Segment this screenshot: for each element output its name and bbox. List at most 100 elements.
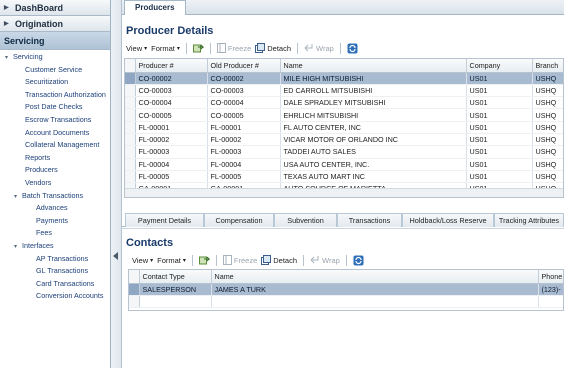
table-row[interactable]: FL-00005 FL-00005 TEXAS AUTO MART INC US01 U…: [125, 170, 563, 184]
table-row[interactable]: CO-00005 CO-00005 EHRLICH MITSUBISHI US01 US…: [125, 108, 563, 122]
producer-table: Producer # Old Producer # Name Company B…: [124, 58, 564, 198]
toolbar-separator: [303, 254, 305, 266]
export-icon: [192, 44, 204, 53]
export-button[interactable]: [192, 43, 204, 53]
format-menu[interactable]: Format ▾: [157, 256, 186, 265]
col-company[interactable]: Company: [466, 59, 533, 73]
tab-holdback-loss-reserve[interactable]: Holdback/Loss Reserve: [402, 213, 494, 227]
detach-icon: [261, 255, 272, 265]
producer-horizontal-scrollbar[interactable]: [125, 188, 563, 197]
accordion-origination[interactable]: ▶ Origination: [0, 16, 110, 32]
tree-node-interfaces[interactable]: ▾ Interfaces: [0, 240, 110, 253]
producer-header-row: Producer # Old Producer # Name Company B…: [125, 59, 563, 73]
freeze-icon: [216, 43, 226, 53]
toolbar-separator: [209, 42, 211, 54]
tab-payment-details[interactable]: Payment Details: [125, 213, 204, 227]
table-row[interactable]: FL-00001 FL-00001 FL AUTO CENTER, INC US01 U…: [125, 121, 563, 134]
table-row[interactable]: CO-00003 CO-00003 ED CARROLL MITSUBISHI US0…: [125, 84, 563, 98]
chevron-right-icon: ▶: [4, 5, 9, 11]
nav-account-documents[interactable]: Account Documents: [0, 127, 110, 140]
expand-triangle-icon[interactable]: ▾: [14, 241, 22, 254]
accordion-dashboard[interactable]: ▶ DashBoard: [0, 0, 110, 16]
accordion-origination-label: Origination: [15, 18, 63, 29]
nav-payments[interactable]: Payments: [0, 215, 110, 228]
nav-producers[interactable]: Producers: [0, 164, 110, 177]
refresh-button[interactable]: [353, 255, 364, 266]
nav-card-transactions[interactable]: Card Transactions: [0, 278, 110, 291]
nav-post-date-checks[interactable]: Post Date Checks: [0, 101, 110, 114]
detach-button[interactable]: Detach: [255, 43, 291, 53]
toolbar-separator: [185, 42, 187, 54]
col-producer-number[interactable]: Producer #: [135, 59, 208, 73]
freeze-button[interactable]: Freeze: [216, 43, 251, 53]
wrap-icon: [310, 256, 319, 264]
nav-fees[interactable]: Fees: [0, 227, 110, 240]
nav-reports[interactable]: Reports: [0, 152, 110, 165]
accordion-servicing[interactable]: Servicing: [0, 32, 110, 50]
toolbar-separator: [345, 254, 347, 266]
nav-conversion-accounts[interactable]: Conversion Accounts: [0, 290, 110, 303]
contacts-table: Contact Type Name Phone SALESPERSON JAMES…: [128, 269, 564, 311]
toolbar-separator: [215, 254, 217, 266]
refresh-button[interactable]: [347, 43, 358, 54]
col-old-producer-number[interactable]: Old Producer #: [207, 59, 281, 73]
nav-collateral-management[interactable]: Collateral Management: [0, 139, 110, 152]
tree-node-batch-transactions[interactable]: ▾ Batch Transactions: [0, 190, 110, 203]
toolbar-separator: [339, 42, 341, 54]
nav-ap-transactions[interactable]: AP Transactions: [0, 253, 110, 266]
format-menu[interactable]: Format ▾: [151, 44, 180, 53]
expand-triangle-icon[interactable]: ▾: [5, 52, 13, 65]
col-contact-type[interactable]: Contact Type: [139, 270, 212, 284]
tab-compensation[interactable]: Compensation: [204, 213, 274, 227]
nav-customer-service[interactable]: Customer Service: [0, 64, 110, 77]
export-button[interactable]: [198, 255, 210, 265]
refresh-icon: [353, 255, 364, 265]
refresh-icon: [347, 43, 358, 53]
wrap-button[interactable]: Wrap: [304, 43, 334, 53]
detail-tabbar: Payment Details Compensation Subvention …: [122, 213, 564, 227]
view-menu[interactable]: View ▾: [132, 256, 153, 265]
nav-escrow-transactions[interactable]: Escrow Transactions: [0, 114, 110, 127]
nav-vendors[interactable]: Vendors: [0, 177, 110, 190]
table-row[interactable]: FL-00004 FL-00004 USA AUTO CENTER, INC. US0…: [125, 158, 563, 171]
freeze-button[interactable]: Freeze: [222, 255, 257, 265]
col-phone[interactable]: Phone: [538, 270, 563, 284]
nav-securitization[interactable]: Securitization: [0, 76, 110, 89]
nav-transaction-authorization[interactable]: Transaction Authorization: [0, 89, 110, 102]
document-tabbar: Producers: [122, 0, 564, 15]
tab-producers[interactable]: Producers: [124, 0, 186, 15]
contacts-panel: Contacts View ▾ Format ▾ Freeze Detach Wra…: [122, 228, 564, 368]
detach-button[interactable]: Detach: [261, 255, 297, 265]
table-row[interactable]: [129, 295, 563, 309]
row-header-corner: [125, 59, 136, 73]
accordion-servicing-label: Servicing: [4, 35, 45, 46]
table-row[interactable]: CO-00002 CO-00002 MILE HIGH MITSUBISHI US01…: [125, 72, 563, 85]
nav-advances[interactable]: Advances: [0, 202, 110, 215]
contacts-title: Contacts: [126, 237, 174, 249]
freeze-icon: [222, 255, 232, 265]
col-contact-name[interactable]: Name: [211, 270, 539, 284]
table-row[interactable]: SALESPERSON JAMES A TURK (123)-: [129, 283, 563, 296]
tab-transactions[interactable]: Transactions: [337, 213, 402, 227]
tab-subvention[interactable]: Subvention: [274, 213, 337, 227]
row-header-corner: [129, 270, 140, 284]
dropdown-caret-icon: ▾: [150, 257, 154, 264]
table-row[interactable]: FL-00003 FL-00003 TADDEI AUTO SALES US01 USH…: [125, 145, 563, 159]
toolbar-separator: [297, 42, 299, 54]
tree-node-servicing[interactable]: ▾ Servicing: [0, 51, 110, 64]
chevron-right-icon: ▶: [4, 21, 9, 27]
navigation-panel: ▶ DashBoard ▶ Origination Servicing ▾ Ser…: [0, 0, 111, 368]
expand-triangle-icon[interactable]: ▾: [14, 191, 22, 204]
tab-tracking-attributes[interactable]: Tracking Attributes: [494, 213, 564, 227]
dropdown-caret-icon: ▾: [182, 257, 186, 264]
col-branch[interactable]: Branch: [532, 59, 563, 73]
table-row[interactable]: CO-00004 CO-00004 DALE SPRADLEY MITSUBISHI…: [125, 96, 563, 110]
table-row[interactable]: FL-00002 FL-00002 VICAR MOTOR OF ORLANDO I…: [125, 133, 563, 147]
collapse-left-icon[interactable]: [113, 252, 118, 260]
view-menu[interactable]: View ▾: [126, 44, 147, 53]
nav-gl-transactions[interactable]: GL Transactions: [0, 265, 110, 278]
panel-splitter[interactable]: [111, 0, 122, 368]
col-name[interactable]: Name: [280, 59, 467, 73]
dropdown-caret-icon: ▾: [144, 45, 148, 52]
wrap-button[interactable]: Wrap: [310, 255, 340, 265]
